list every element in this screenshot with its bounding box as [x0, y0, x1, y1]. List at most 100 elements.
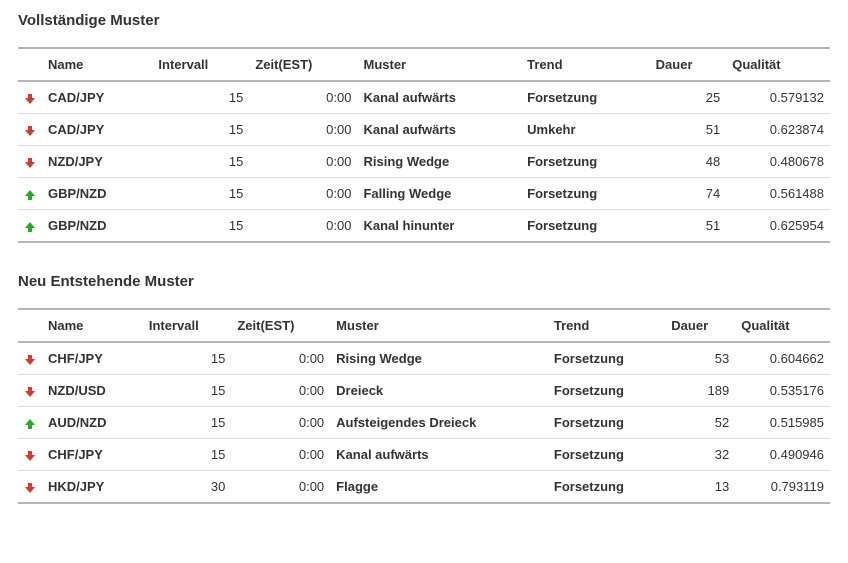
header-name[interactable]: Name [42, 48, 152, 81]
cell-time: 0:00 [249, 210, 357, 243]
cell-trend: Forsetzung [548, 342, 665, 375]
table-header-row: NameIntervallZeit(EST)MusterTrendDauerQu… [18, 48, 830, 81]
header-quality[interactable]: Qualität [726, 48, 830, 81]
pattern-table: NameIntervallZeit(EST)MusterTrendDauerQu… [18, 47, 830, 243]
header-trend[interactable]: Trend [521, 48, 650, 81]
cell-interval: 15 [152, 146, 249, 178]
table-row[interactable]: NZD/USD150:00DreieckForsetzung1890.53517… [18, 375, 830, 407]
cell-time: 0:00 [249, 146, 357, 178]
cell-time: 0:00 [231, 439, 330, 471]
cell-interval: 15 [143, 407, 232, 439]
cell-quality: 0.625954 [726, 210, 830, 243]
cell-pattern: Aufsteigendes Dreieck [330, 407, 548, 439]
cell-name: NZD/JPY [42, 146, 152, 178]
cell-name: GBP/NZD [42, 178, 152, 210]
cell-quality: 0.604662 [735, 342, 830, 375]
header-trend[interactable]: Trend [548, 309, 665, 342]
cell-duration: 25 [650, 81, 727, 114]
cell-duration: 189 [665, 375, 735, 407]
cell-quality: 0.515985 [735, 407, 830, 439]
cell-trend: Forsetzung [521, 146, 650, 178]
complete-patterns-section: Vollständige Muster NameIntervallZeit(EST… [18, 12, 830, 243]
table-row[interactable]: CHF/JPY150:00Kanal aufwärtsForsetzung320… [18, 439, 830, 471]
header-time[interactable]: Zeit(EST) [249, 48, 357, 81]
header-duration[interactable]: Dauer [665, 309, 735, 342]
cell-pattern: Falling Wedge [357, 178, 521, 210]
header-icon [18, 48, 42, 81]
arrow-down-icon [18, 471, 42, 504]
cell-pattern: Flagge [330, 471, 548, 504]
cell-duration: 52 [665, 407, 735, 439]
cell-duration: 13 [665, 471, 735, 504]
header-time[interactable]: Zeit(EST) [231, 309, 330, 342]
cell-duration: 51 [650, 210, 727, 243]
arrow-down-icon [18, 439, 42, 471]
cell-name: CHF/JPY [42, 439, 143, 471]
arrow-down-icon [18, 342, 42, 375]
cell-name: CAD/JPY [42, 114, 152, 146]
cell-trend: Forsetzung [548, 471, 665, 504]
cell-trend: Forsetzung [521, 81, 650, 114]
header-icon [18, 309, 42, 342]
cell-quality: 0.793119 [735, 471, 830, 504]
header-duration[interactable]: Dauer [650, 48, 727, 81]
cell-quality: 0.480678 [726, 146, 830, 178]
table-row[interactable]: GBP/NZD150:00Falling WedgeForsetzung740.… [18, 178, 830, 210]
header-pattern[interactable]: Muster [357, 48, 521, 81]
cell-pattern: Rising Wedge [357, 146, 521, 178]
cell-time: 0:00 [231, 375, 330, 407]
cell-pattern: Kanal aufwärts [330, 439, 548, 471]
section-title: Neu Entstehende Muster [18, 273, 830, 290]
arrow-down-icon [18, 375, 42, 407]
cell-name: CHF/JPY [42, 342, 143, 375]
header-interval[interactable]: Intervall [143, 309, 232, 342]
header-quality[interactable]: Qualität [735, 309, 830, 342]
cell-interval: 15 [143, 375, 232, 407]
cell-quality: 0.535176 [735, 375, 830, 407]
cell-time: 0:00 [249, 114, 357, 146]
cell-interval: 15 [143, 439, 232, 471]
arrow-up-icon [18, 210, 42, 243]
table-row[interactable]: GBP/NZD150:00Kanal hinunterForsetzung510… [18, 210, 830, 243]
cell-interval: 15 [152, 178, 249, 210]
header-name[interactable]: Name [42, 309, 143, 342]
table-row[interactable]: HKD/JPY300:00FlaggeForsetzung130.793119 [18, 471, 830, 504]
cell-duration: 48 [650, 146, 727, 178]
table-row[interactable]: CHF/JPY150:00Rising WedgeForsetzung530.6… [18, 342, 830, 375]
cell-trend: Forsetzung [548, 375, 665, 407]
cell-name: AUD/NZD [42, 407, 143, 439]
cell-quality: 0.561488 [726, 178, 830, 210]
table-row[interactable]: AUD/NZD150:00Aufsteigendes DreieckForset… [18, 407, 830, 439]
cell-time: 0:00 [231, 407, 330, 439]
cell-quality: 0.623874 [726, 114, 830, 146]
cell-time: 0:00 [249, 81, 357, 114]
cell-time: 0:00 [231, 342, 330, 375]
cell-interval: 15 [152, 210, 249, 243]
cell-name: HKD/JPY [42, 471, 143, 504]
cell-time: 0:00 [249, 178, 357, 210]
cell-time: 0:00 [231, 471, 330, 504]
arrow-down-icon [18, 146, 42, 178]
cell-trend: Forsetzung [521, 178, 650, 210]
arrow-down-icon [18, 81, 42, 114]
cell-name: CAD/JPY [42, 81, 152, 114]
header-pattern[interactable]: Muster [330, 309, 548, 342]
cell-trend: Forsetzung [548, 407, 665, 439]
cell-interval: 15 [152, 81, 249, 114]
cell-pattern: Kanal hinunter [357, 210, 521, 243]
cell-duration: 74 [650, 178, 727, 210]
table-row[interactable]: CAD/JPY150:00Kanal aufwärtsForsetzung250… [18, 81, 830, 114]
cell-name: NZD/USD [42, 375, 143, 407]
section-title: Vollständige Muster [18, 12, 830, 29]
cell-quality: 0.579132 [726, 81, 830, 114]
arrow-up-icon [18, 407, 42, 439]
cell-trend: Umkehr [521, 114, 650, 146]
table-row[interactable]: NZD/JPY150:00Rising WedgeForsetzung480.4… [18, 146, 830, 178]
cell-trend: Forsetzung [548, 439, 665, 471]
table-row[interactable]: CAD/JPY150:00Kanal aufwärtsUmkehr510.623… [18, 114, 830, 146]
cell-pattern: Rising Wedge [330, 342, 548, 375]
pattern-table: NameIntervallZeit(EST)MusterTrendDauerQu… [18, 308, 830, 504]
table-header-row: NameIntervallZeit(EST)MusterTrendDauerQu… [18, 309, 830, 342]
header-interval[interactable]: Intervall [152, 48, 249, 81]
arrow-down-icon [18, 114, 42, 146]
